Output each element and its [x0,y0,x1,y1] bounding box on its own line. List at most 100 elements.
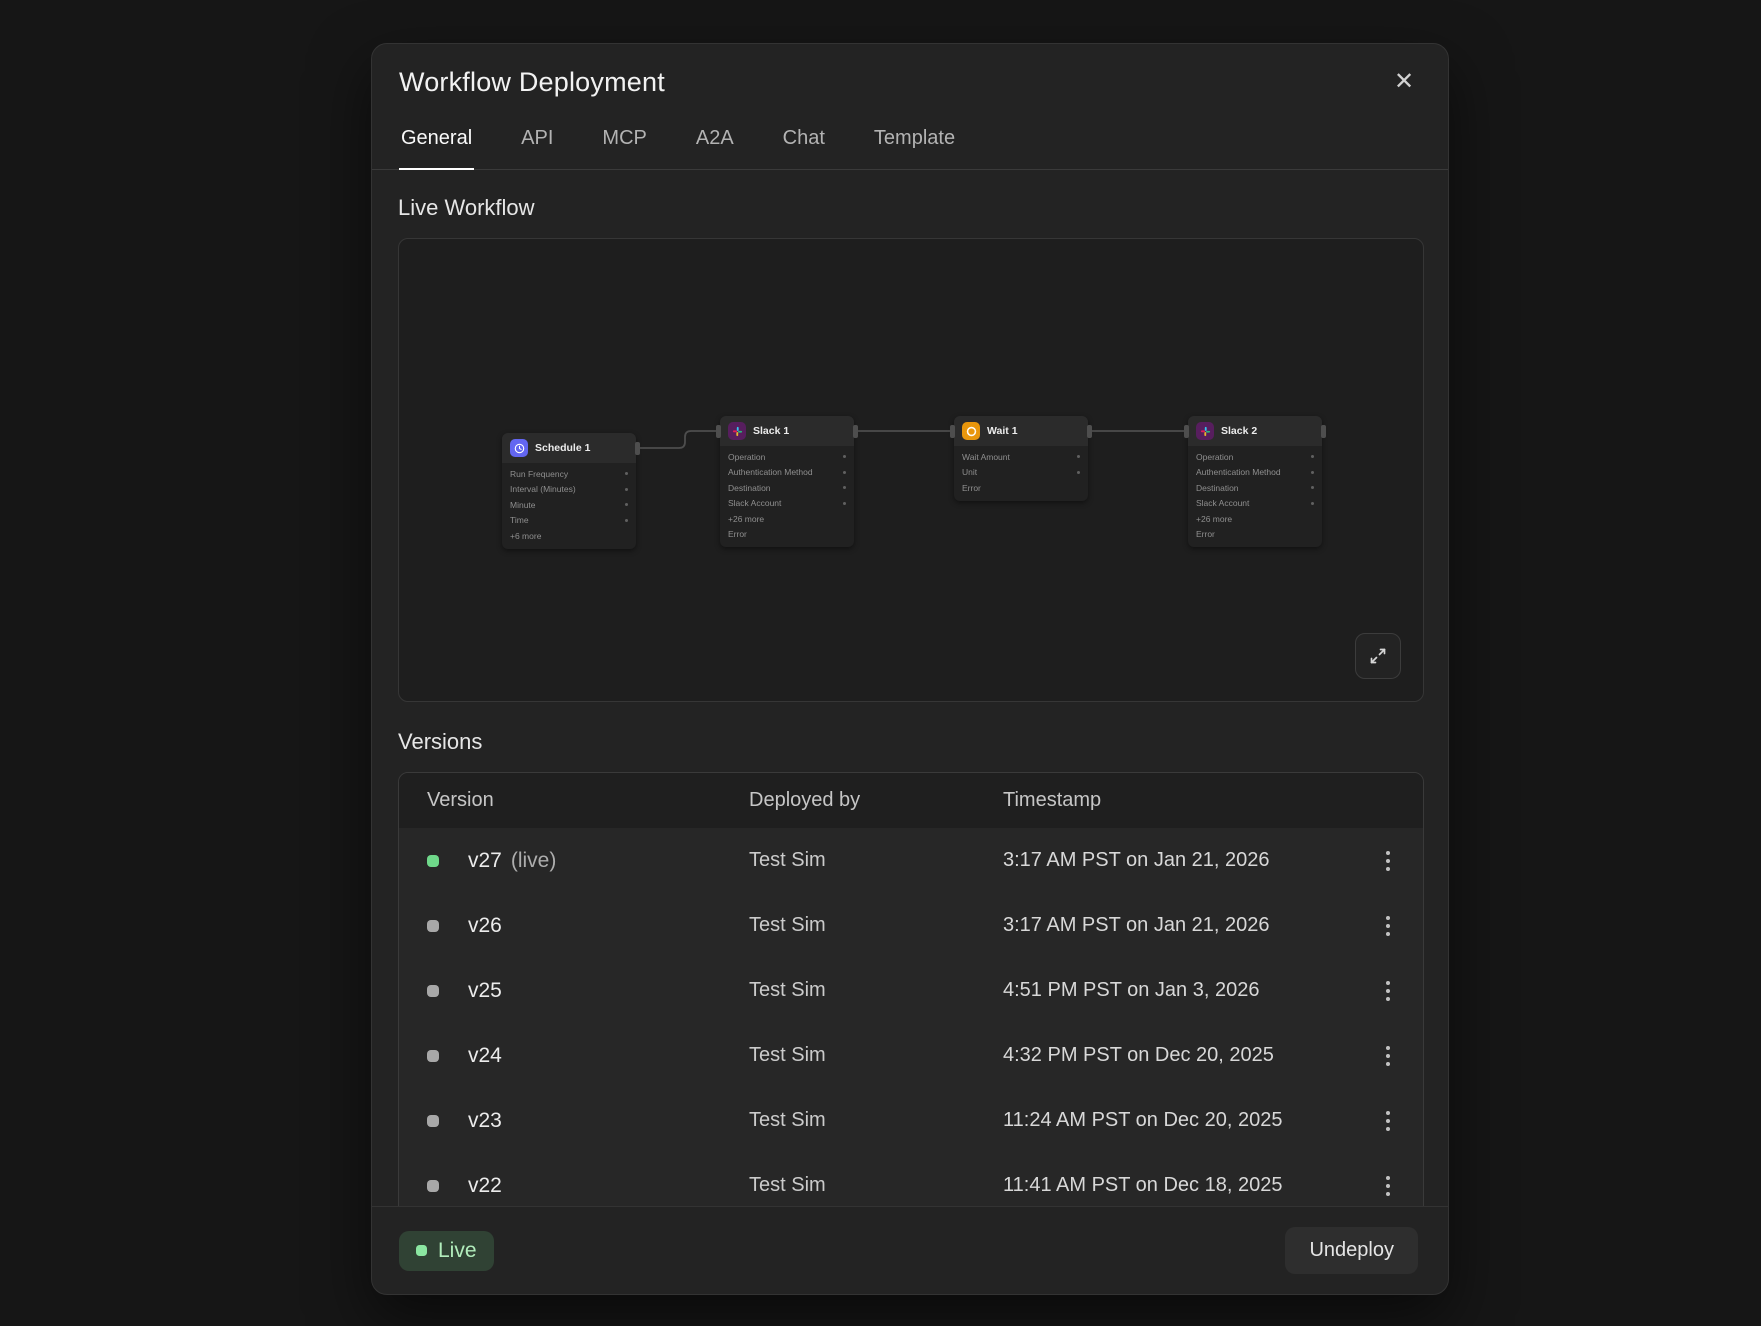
version-label: v25 [468,979,502,1003]
column-header-version: Version [427,789,749,812]
tab-api[interactable]: API [519,126,555,169]
node-more-row: +6 more [502,528,636,544]
node-header: Wait 1 [954,416,1088,446]
field-connector-dot [625,488,628,491]
node-error-row: Error [720,527,854,543]
kebab-menu-icon[interactable] [1378,973,1398,1009]
status-dot-live [427,855,439,867]
node-field-label: Interval (Minutes) [510,484,576,494]
version-cell: v24 [427,1044,749,1068]
node-error-label: Error [962,483,981,493]
dialog-content: Live Workflow Schedule 1 Run Frequency [372,170,1448,1206]
field-connector-dot [625,472,628,475]
timestamp-cell: 4:32 PM PST on Dec 20, 2025 [1003,1044,1353,1067]
node-field: Slack Account [1188,496,1322,512]
node-field: Wait Amount [954,449,1088,465]
tab-mcp[interactable]: MCP [600,126,648,169]
node-title: Slack 2 [1221,425,1257,437]
connector-handle [1184,425,1189,438]
node-header: Slack 2 [1188,416,1322,446]
tab-a2a[interactable]: A2A [694,126,736,169]
node-error-row: Error [954,480,1088,496]
status-dot-inactive [427,985,439,997]
kebab-menu-icon[interactable] [1378,1103,1398,1139]
expand-workflow-button[interactable] [1355,633,1401,679]
version-label: v27 [468,849,502,873]
kebab-menu-icon[interactable] [1378,1168,1398,1204]
connector-handle [1087,425,1092,438]
node-error-label: Error [728,529,747,539]
node-field-label: Unit [962,467,977,477]
field-connector-dot [843,486,846,489]
workflow-node-slack-1[interactable]: Slack 1 Operation Authentication Method … [720,416,854,547]
kebab-menu-icon[interactable] [1378,843,1398,879]
deployed-by-cell: Test Sim [749,914,1003,937]
field-connector-dot [1077,455,1080,458]
deployed-by-cell: Test Sim [749,849,1003,872]
status-dot-inactive [427,1050,439,1062]
timestamp-cell: 11:41 AM PST on Dec 18, 2025 [1003,1174,1353,1197]
dialog-title: Workflow Deployment [372,66,1448,98]
kebab-menu-icon[interactable] [1378,1038,1398,1074]
timestamp-cell: 3:17 AM PST on Jan 21, 2026 [1003,914,1353,937]
workflow-deployment-dialog: Workflow Deployment ✕ General API MCP A2… [371,43,1449,1295]
version-cell: v26 [427,914,749,938]
slack-icon [728,422,746,440]
node-field: Operation [1188,449,1322,465]
field-connector-dot [1077,471,1080,474]
node-field-label: Destination [728,483,771,493]
tab-general[interactable]: General [399,126,474,170]
field-connector-dot [1311,471,1314,474]
node-error-label: Error [1196,529,1215,539]
field-connector-dot [843,471,846,474]
node-field-label: Destination [1196,483,1239,493]
node-more-row: +26 more [1188,511,1322,527]
tab-chat[interactable]: Chat [781,126,827,169]
version-row-v25: v25 Test Sim 4:51 PM PST on Jan 3, 2026 [399,958,1423,1023]
connector-handle [950,425,955,438]
node-field-label: Slack Account [728,498,781,508]
connector-handle [1321,425,1326,438]
version-label: v24 [468,1044,502,1068]
node-field: Run Frequency [502,466,636,482]
live-status-label: Live [438,1239,477,1263]
node-field: Interval (Minutes) [502,482,636,498]
node-fields: Operation Authentication Method Destinat… [720,446,854,547]
node-title: Schedule 1 [535,442,590,454]
versions-heading: Versions [398,730,1422,754]
workflow-node-schedule-1[interactable]: Schedule 1 Run Frequency Interval (Minut… [502,433,636,549]
version-cell: v27 (live) [427,849,749,873]
node-field: Slack Account [720,496,854,512]
node-fields: Wait Amount Unit Error [954,446,1088,501]
kebab-menu-icon[interactable] [1378,908,1398,944]
connector-handle [635,442,640,455]
dialog-header: Workflow Deployment ✕ General API MCP A2… [372,44,1448,170]
node-error-row: Error [1188,527,1322,543]
node-field: Destination [720,480,854,496]
node-field-label: Wait Amount [962,452,1010,462]
workflow-canvas[interactable]: Schedule 1 Run Frequency Interval (Minut… [398,238,1424,702]
version-label: v26 [468,914,502,938]
field-connector-dot [1311,455,1314,458]
node-field-label: Minute [510,500,536,510]
status-dot-inactive [427,1180,439,1192]
version-row-v27: v27 (live) Test Sim 3:17 AM PST on Jan 2… [399,828,1423,893]
undeploy-button[interactable]: Undeploy [1285,1227,1418,1274]
field-connector-dot [625,519,628,522]
workflow-node-wait-1[interactable]: Wait 1 Wait Amount Unit Error [954,416,1088,501]
expand-icon [1367,645,1389,667]
node-more-label: +26 more [1196,514,1232,524]
node-field-label: Slack Account [1196,498,1249,508]
node-field-label: Authentication Method [1196,467,1281,477]
workflow-node-slack-2[interactable]: Slack 2 Operation Authentication Method … [1188,416,1322,547]
deployed-by-cell: Test Sim [749,1109,1003,1132]
tab-template[interactable]: Template [872,126,957,169]
live-status-badge: Live [399,1231,494,1271]
close-icon[interactable]: ✕ [1386,64,1422,100]
version-row-v26: v26 Test Sim 3:17 AM PST on Jan 21, 2026 [399,893,1423,958]
node-field: Unit [954,465,1088,481]
node-title: Wait 1 [987,425,1018,437]
field-connector-dot [1311,486,1314,489]
slack-icon [1196,422,1214,440]
versions-table-header: Version Deployed by Timestamp [399,773,1423,828]
